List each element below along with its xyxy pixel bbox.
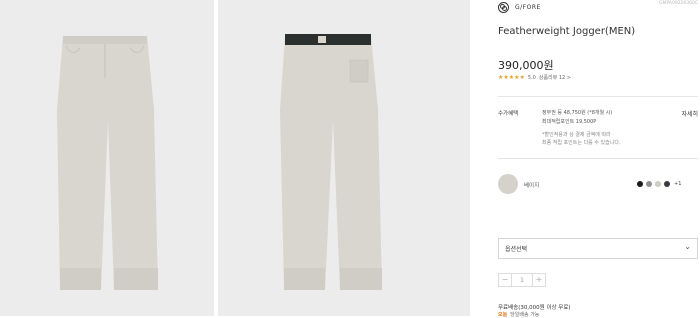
product-code: GMPA09226360C	[659, 1, 698, 6]
delivery-info: 오늘 당일배송 가능	[498, 311, 539, 318]
color-dot-charcoal[interactable]	[664, 181, 670, 187]
delivery-badge: 오늘	[498, 312, 508, 318]
divider	[498, 96, 698, 97]
pants-front-illustration	[57, 36, 158, 290]
product-price: 390,000원	[498, 59, 554, 72]
more-colors-count[interactable]: +1	[674, 181, 681, 187]
option-select[interactable]: 옵션선택 ⌄	[498, 238, 698, 259]
review-link[interactable]: 상품리뷰 12 >	[539, 74, 571, 81]
benefit-points: 최대적립포인트 19,500P	[542, 119, 597, 125]
quantity-plus-button[interactable]: +	[532, 273, 546, 287]
color-dot-beige[interactable]	[655, 181, 661, 187]
brand-logo-icon	[498, 2, 509, 13]
rating-score: 5.0	[527, 74, 536, 81]
quantity-value[interactable]: 1	[512, 273, 532, 287]
benefit-label: 수가혜택	[498, 111, 519, 117]
selected-color-swatch[interactable]	[498, 174, 518, 194]
benefit-detail-link[interactable]: 자세히	[681, 109, 698, 118]
color-options[interactable]: +1	[637, 181, 681, 187]
divider	[498, 158, 698, 159]
quantity-stepper[interactable]: − 1 +	[498, 273, 546, 287]
selected-color-name: 베이지	[524, 183, 540, 189]
product-image-back[interactable]	[218, 0, 470, 316]
product-title: Featherweight Jogger(MEN)	[498, 26, 636, 37]
shipping-info: 무료배송(30,000원 이상 무료)	[498, 305, 571, 311]
delivery-text: 당일배송 가능	[510, 312, 540, 318]
rating-row[interactable]: ★★★★★ 5.0 상품리뷰 12 >	[498, 74, 571, 81]
benefit-note-1: *할인적용과 상 결제 금액에 따라	[542, 132, 611, 138]
benefit-note-2: 최종 적립 포인트는 다를 수 있습니다.	[542, 140, 621, 146]
option-select-label: 옵션선택	[505, 246, 528, 253]
product-image-front[interactable]	[0, 0, 214, 316]
chevron-down-icon: ⌄	[684, 242, 691, 251]
color-dot-black[interactable]	[637, 181, 643, 187]
color-dot-gray[interactable]	[646, 181, 652, 187]
quantity-minus-button[interactable]: −	[498, 273, 512, 287]
benefit-installment: 정부권 등 48,750원 (*8개월 시)	[542, 110, 613, 116]
brand-name: G/FORE	[515, 4, 541, 11]
pants-back-illustration	[280, 34, 382, 290]
star-rating-icon: ★★★★★	[498, 74, 525, 81]
brand-header[interactable]: G/FORE	[498, 2, 541, 13]
